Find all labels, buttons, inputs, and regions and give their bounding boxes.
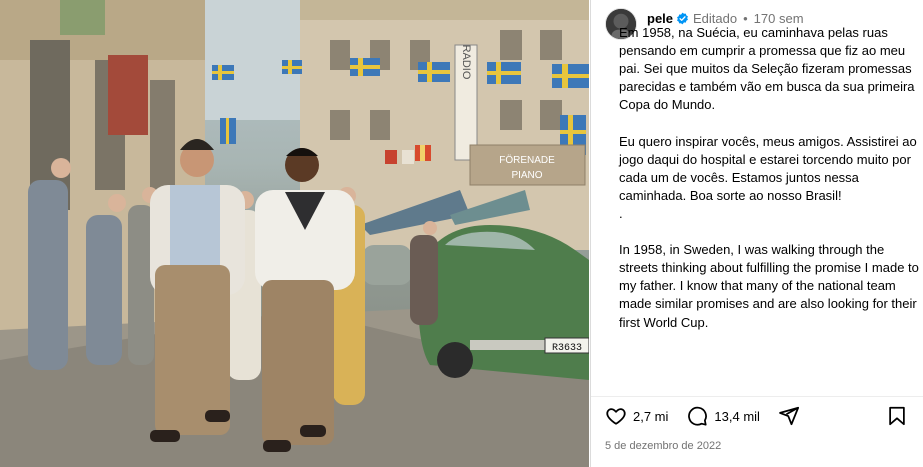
- piano-sign: PIANO: [511, 170, 542, 181]
- post-actions-bar: 2,7 mi 13,4 mil 5 de dezembro de 2022: [591, 396, 923, 467]
- bookmark-icon: [886, 405, 908, 427]
- post-date[interactable]: 5 de dezembro de 2022: [605, 440, 721, 452]
- comment-icon: [686, 405, 708, 427]
- post-detail-panel: pele Editado • 170 sem Em 1958, na Suéci…: [590, 0, 923, 467]
- comments-count[interactable]: 13,4 mil: [714, 409, 760, 424]
- license-plate: R3633: [552, 343, 582, 354]
- comment-button[interactable]: 13,4 mil: [686, 405, 760, 427]
- post-photo[interactable]: RADIO FÖRENADE PIANO R3633: [0, 0, 589, 467]
- save-button[interactable]: [886, 405, 908, 427]
- radio-sign: RADIO: [460, 45, 472, 80]
- street-scene-image: RADIO FÖRENADE PIANO R3633: [0, 0, 589, 467]
- post-caption: Em 1958, na Suécia, eu caminhava pelas r…: [619, 25, 919, 330]
- share-icon: [778, 405, 800, 427]
- green-car: R3633: [418, 225, 589, 380]
- forenade-sign: FÖRENADE: [499, 154, 555, 166]
- heart-icon: [605, 405, 627, 427]
- like-button[interactable]: 2,7 mi: [605, 405, 668, 427]
- share-button[interactable]: [778, 405, 800, 427]
- likes-count[interactable]: 2,7 mi: [633, 409, 668, 424]
